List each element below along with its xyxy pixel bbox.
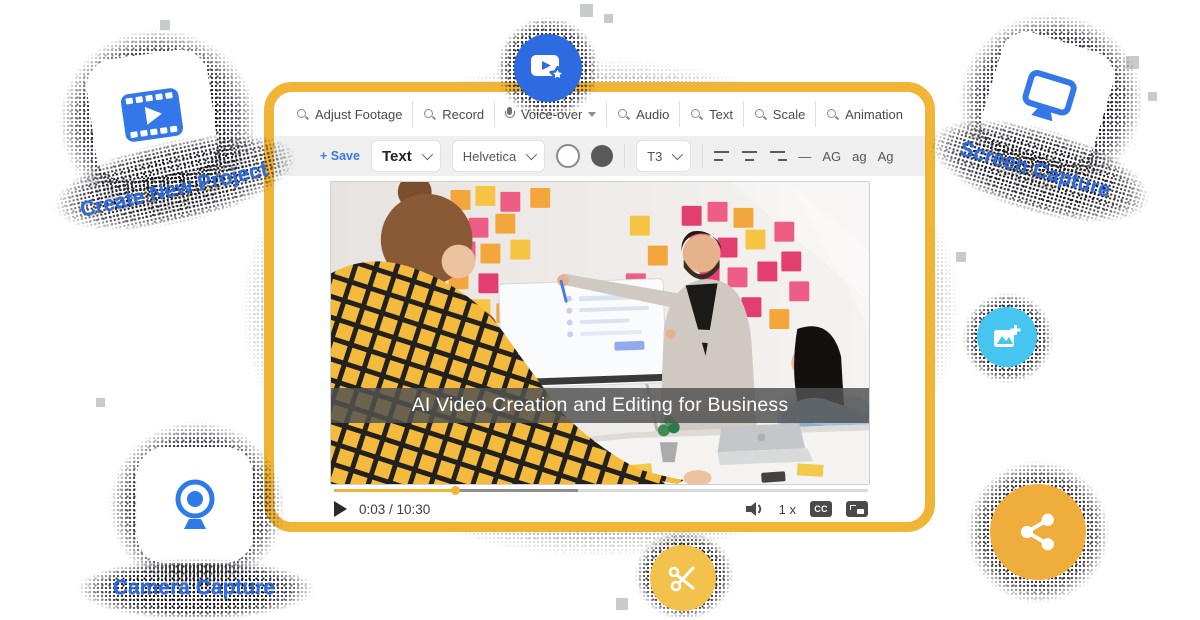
text-style-value: Text [382,148,412,165]
create-project-sticker[interactable] [83,46,221,184]
font-size-value: T3 [647,149,662,164]
webcam-icon [167,477,223,533]
video-scene-illustration [331,182,869,484]
toolbar-divider [679,101,680,127]
progress-bar[interactable] [334,489,868,492]
toolbar-item-label: Audio [636,107,669,122]
search-icon [690,108,703,121]
toolbar-divider [702,144,703,168]
toolbar-item-label: Animation [845,107,903,122]
search-icon [617,108,630,121]
monitor-icon [1013,66,1083,131]
toolbar-item-label: Adjust Footage [315,107,402,122]
dither-square [96,398,105,407]
progress-played [334,489,455,492]
player-controls: 0:03 / 10:30 1 x CC [334,496,868,522]
editor-window: Adjust Footage Record Voice-over Audio [264,82,935,532]
chevron-down-icon [526,149,537,160]
search-icon [754,108,767,121]
progress-handle[interactable] [451,486,460,495]
toolbar-item-animation[interactable]: Animation [826,107,903,122]
search-icon [423,108,436,121]
format-toolbar: + Save Text Helvetica T3 — AG ag A [274,136,925,176]
font-family-dropdown[interactable]: Helvetica [452,140,545,172]
film-play-icon [118,85,187,145]
fill-color-swatch[interactable] [591,145,613,167]
share-badge[interactable] [990,484,1086,580]
add-image-icon [992,323,1022,351]
scissors-icon [665,560,701,596]
toolbar-item-label: Voice-over [521,107,582,122]
toolbar-item-scale[interactable]: Scale [754,107,806,122]
dither-square [160,20,170,30]
video-preview[interactable]: AI Video Creation and Editing for Busine… [330,181,870,485]
save-button[interactable]: + Save [320,149,360,163]
main-toolbar: Adjust Footage Record Voice-over Audio [274,92,925,136]
font-family-value: Helvetica [463,149,516,164]
dither-square [616,598,628,610]
dither-square [1148,92,1157,101]
toolbar-item-text[interactable]: Text [690,107,733,122]
dither-square [604,14,613,23]
dither-square [580,4,593,17]
camera-capture-label[interactable]: Camera Capture [94,576,294,600]
toolbar-item-label: Record [442,107,484,122]
add-image-badge[interactable] [977,307,1037,367]
toolbar-divider [743,101,744,127]
toolbar-item-adjust-footage[interactable]: Adjust Footage [296,107,402,122]
search-icon [826,108,839,121]
align-right-icon[interactable] [770,150,787,162]
toolbar-divider [494,101,495,127]
align-center-icon[interactable] [742,150,759,162]
font-size-dropdown[interactable]: T3 [636,140,691,172]
toolbar-item-audio[interactable]: Audio [617,107,669,122]
dither-square [956,252,966,262]
toolbar-item-voice-over[interactable]: Voice-over [505,107,596,122]
toolbar-item-label: Scale [773,107,806,122]
volume-icon[interactable] [746,501,765,517]
time-display: 0:03 / 10:30 [359,502,430,517]
toolbar-item-label: Text [709,107,733,122]
search-icon [296,108,309,121]
caption-bar: AI Video Creation and Editing for Busine… [331,388,869,423]
share-icon [1016,510,1060,554]
chevron-down-icon [588,112,596,117]
mic-icon [505,107,515,121]
caption-text: AI Video Creation and Editing for Busine… [412,394,789,417]
toolbar-divider [815,101,816,127]
playback-speed[interactable]: 1 x [779,502,796,517]
caps-option-AG[interactable]: AG [822,149,841,164]
align-left-icon[interactable] [714,150,731,162]
text-style-dropdown[interactable]: Text [371,140,441,172]
caps-option-ag[interactable]: ag [852,149,866,164]
cc-button[interactable]: CC [810,501,832,517]
pip-button[interactable] [846,501,868,517]
dither-square [1126,56,1139,69]
outline-color-swatch[interactable] [556,144,580,168]
toolbar-divider [624,144,625,168]
chevron-down-icon [421,149,432,160]
trim-badge[interactable] [650,545,716,611]
caps-option-Ag[interactable]: Ag [878,149,894,164]
toolbar-divider [606,101,607,127]
toolbar-divider [412,101,413,127]
stage: Adjust Footage Record Voice-over Audio [0,0,1200,620]
toolbar-item-record[interactable]: Record [423,107,484,122]
minus-button[interactable]: — [798,149,811,164]
chevron-down-icon [672,149,683,160]
play-button[interactable] [334,501,347,517]
camera-capture-sticker[interactable] [137,447,253,563]
new-video-badge[interactable] [514,34,582,102]
video-star-icon [529,52,567,84]
